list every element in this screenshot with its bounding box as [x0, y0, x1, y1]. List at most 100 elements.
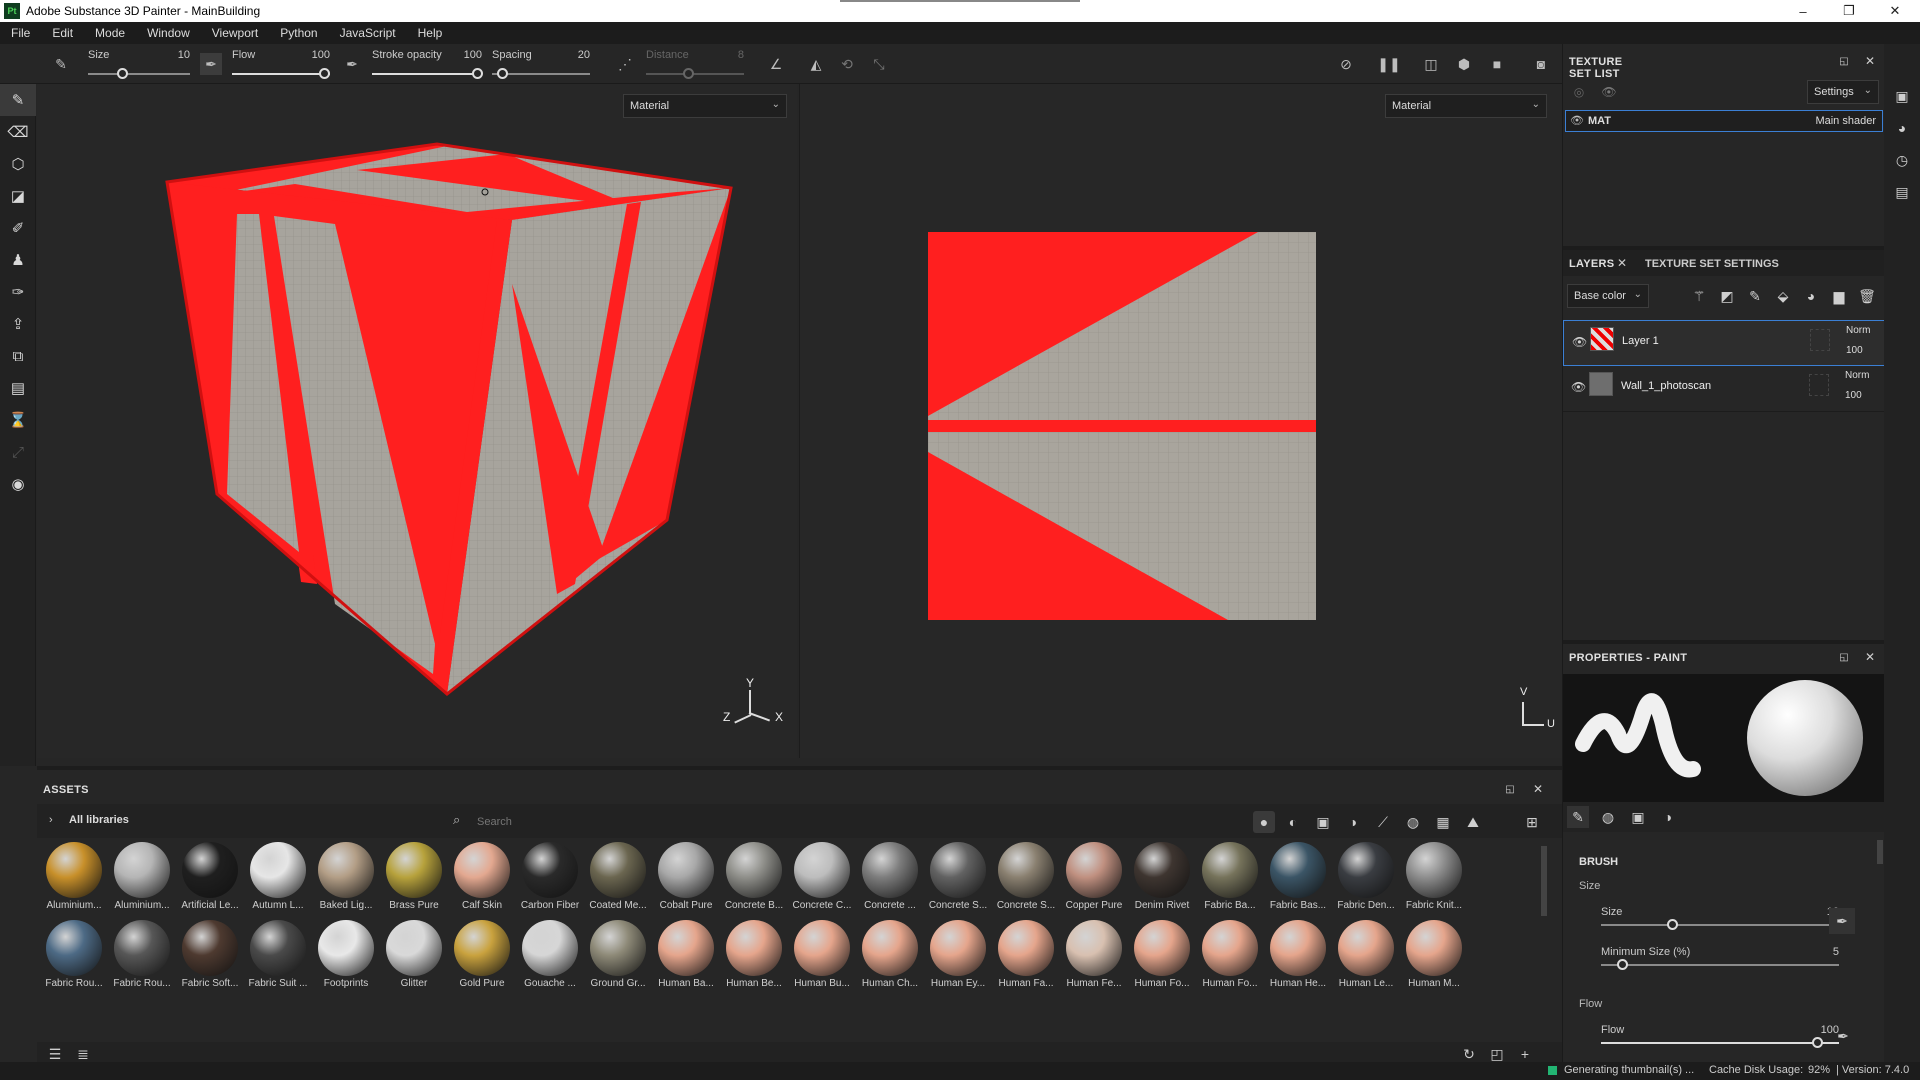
viewport-2d-mode-select[interactable]: Material ⌄	[1385, 94, 1547, 118]
projection-tool-icon[interactable]: ⬡	[0, 148, 36, 180]
close-panel-icon[interactable]: ✕	[1863, 650, 1877, 664]
toolbar-stroke-value[interactable]: 100	[450, 49, 482, 61]
layer-visibility-icon[interactable]: 👁	[1571, 380, 1586, 394]
geometry-mask-icon[interactable]: ◪	[0, 180, 36, 212]
layer-mask-slot[interactable]	[1809, 374, 1829, 396]
texture-set-settings-dropdown[interactable]: Settings ⌄	[1807, 80, 1879, 104]
restore-button[interactable]: ❐	[1826, 0, 1872, 22]
pressure-size-icon[interactable]: ✒	[200, 53, 222, 75]
material-tile[interactable]: Human M...	[1403, 920, 1465, 989]
minimize-button[interactable]: –	[1780, 0, 1826, 22]
refresh-icon[interactable]: ↻	[1459, 1044, 1479, 1064]
channel-select[interactable]: Base color ⌄	[1567, 284, 1649, 308]
close-tab-icon[interactable]: ✕	[1617, 256, 1627, 270]
toolbar-flow-knob[interactable]	[319, 68, 330, 79]
uv-tool-icon[interactable]: ▤	[0, 372, 36, 404]
cube-view-icon[interactable]: ⬢	[1453, 53, 1475, 75]
viewport-2d[interactable]: Material ⌄ V U	[799, 84, 1562, 758]
material-tile[interactable]: Denim Rivet	[1131, 842, 1193, 911]
material-tile[interactable]: Fabric Knit...	[1403, 842, 1465, 911]
filter-filters-icon[interactable]: ◑	[1342, 811, 1364, 833]
material-tile[interactable]: Fabric Bas...	[1267, 842, 1329, 911]
layer-row[interactable]: 👁 Wall_1_photoscan Norm 100	[1563, 366, 1885, 412]
filter-textures-icon[interactable]: ▦	[1432, 811, 1454, 833]
bake-export-icon[interactable]: ⇪	[0, 308, 36, 340]
toolbar-stroke-knob[interactable]	[472, 68, 483, 79]
render-tool-icon[interactable]: ◉	[0, 468, 36, 500]
brush-tab-icon[interactable]: ✎	[1567, 806, 1589, 828]
add-effect-icon[interactable]: ⚚	[1689, 286, 1709, 306]
smudge-tool-icon[interactable]: ✐	[0, 212, 36, 244]
brush-size-slider[interactable]	[1601, 924, 1839, 926]
pen-pressure-icon[interactable]: ✒	[1829, 908, 1855, 934]
filter-environments-icon[interactable]: ⛰	[1462, 811, 1484, 833]
toolbar-size-slider[interactable]	[88, 73, 190, 75]
material-tile[interactable]: Brass Pure	[383, 842, 445, 911]
panel-divider[interactable]	[1563, 640, 1885, 644]
add-paint-layer-icon[interactable]: ✎	[1745, 286, 1765, 306]
layer-blend-mode[interactable]: Norm	[1845, 370, 1869, 381]
toolbar-spacing-value[interactable]: 20	[558, 49, 590, 61]
hide-icon[interactable]: ⊘	[1335, 53, 1357, 75]
material-tile[interactable]: Human Le...	[1335, 920, 1397, 989]
material-picker-icon[interactable]: ⧉	[0, 340, 36, 372]
menu-javascript[interactable]: JavaScript	[329, 26, 407, 40]
material-tile[interactable]: Aluminium...	[43, 842, 105, 911]
layer-name[interactable]: Wall_1_photoscan	[1621, 380, 1711, 392]
material-tile[interactable]: Human Ey...	[927, 920, 989, 989]
filter-brushes-icon[interactable]: ⟋	[1372, 811, 1394, 833]
layer-row[interactable]: 👁 Layer 1 Norm 100	[1563, 320, 1885, 366]
flow-pressure-icon[interactable]: ✒	[1833, 1026, 1853, 1046]
clone-tool-icon[interactable]: ♟	[0, 244, 36, 276]
library-name[interactable]: All libraries	[69, 814, 129, 826]
paint-tool-icon[interactable]: ✎	[0, 84, 36, 116]
stencil-tab-icon[interactable]: ▣	[1627, 806, 1649, 828]
screenshot-icon[interactable]: ◙	[1530, 53, 1552, 75]
material-tile[interactable]: Fabric Ba...	[1199, 842, 1261, 911]
filter-alphas-icon[interactable]: ◍	[1402, 811, 1424, 833]
material-tile[interactable]: Human Be...	[723, 920, 785, 989]
material-tile[interactable]: Human He...	[1267, 920, 1329, 989]
material-tile[interactable]: Human Fa...	[995, 920, 1057, 989]
display-settings-icon[interactable]: ▣	[1892, 86, 1912, 106]
add-folder-icon[interactable]: ▆	[1829, 286, 1849, 306]
alpha-tab-icon[interactable]: ◍	[1597, 806, 1619, 828]
brush-size-knob[interactable]	[1667, 919, 1678, 930]
texture-set-shader[interactable]: Main shader	[1815, 115, 1876, 127]
menu-viewport[interactable]: Viewport	[201, 26, 269, 40]
toolbar-flow-value[interactable]: 100	[298, 49, 330, 61]
material-tile[interactable]: Human Bu...	[791, 920, 853, 989]
tab-texture-set-settings[interactable]: TEXTURE SET SETTINGS	[1645, 258, 1779, 270]
material-tile[interactable]: Footprints	[315, 920, 377, 989]
tab-layers[interactable]: LAYERS	[1569, 258, 1614, 270]
material-tile[interactable]: Concrete S...	[995, 842, 1057, 911]
filter-smart-materials-icon[interactable]: ◐	[1282, 811, 1304, 833]
material-tile[interactable]: Concrete S...	[927, 842, 989, 911]
material-tile[interactable]: Human Ba...	[655, 920, 717, 989]
search-input[interactable]	[477, 812, 1277, 832]
material-tile[interactable]: Fabric Soft...	[179, 920, 241, 989]
filter-materials-icon[interactable]: ●	[1253, 811, 1275, 833]
toolbar-size-value[interactable]: 10	[160, 49, 190, 61]
material-tile[interactable]: Artificial Le...	[179, 842, 241, 911]
mesh-cube-render[interactable]	[37, 84, 797, 758]
log-icon[interactable]: ▤	[1892, 182, 1912, 202]
properties-scrollbar[interactable]	[1877, 840, 1883, 864]
add-smart-material-icon[interactable]: ◕	[1801, 286, 1821, 306]
toolbar-size-knob[interactable]	[117, 68, 128, 79]
grid-view-icon[interactable]: ⊞	[1521, 811, 1543, 833]
pressure-flow-icon[interactable]: ✒	[341, 53, 363, 75]
add-mask-icon[interactable]: ◩	[1717, 286, 1737, 306]
material-tile[interactable]: Concrete C...	[791, 842, 853, 911]
close-panel-icon[interactable]: ✕	[1863, 54, 1877, 68]
hide-texture-set-icon[interactable]: ◎	[1571, 84, 1587, 100]
toolbar-distance-value[interactable]: 8	[712, 49, 744, 61]
material-tile[interactable]: Human Fo...	[1131, 920, 1193, 989]
menu-help[interactable]: Help	[407, 26, 454, 40]
close-panel-icon[interactable]: ✕	[1531, 782, 1545, 796]
menu-mode[interactable]: Mode	[84, 26, 136, 40]
menu-file[interactable]: File	[0, 26, 41, 40]
material-tab-icon[interactable]: ◑	[1657, 806, 1679, 828]
uv-texture-preview[interactable]	[928, 232, 1316, 620]
toolbar-distance-slider[interactable]	[646, 73, 744, 75]
